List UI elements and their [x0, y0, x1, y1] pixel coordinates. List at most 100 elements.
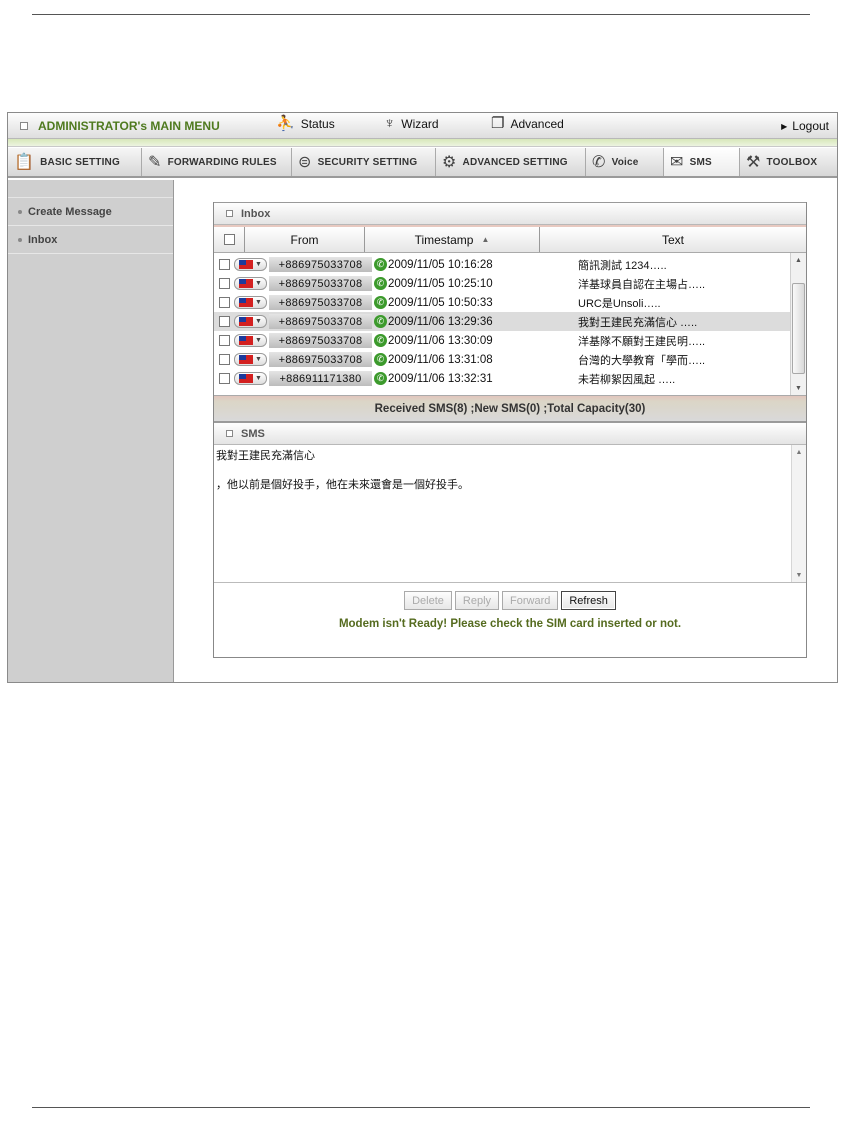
tab-advanced-setting[interactable]: ⚙ ADVANCED SETTING: [436, 148, 586, 176]
sidebar-item-create-message[interactable]: Create Message: [8, 198, 173, 226]
menu-item-wizard-label: Wizard: [401, 117, 439, 131]
inbox-title: Inbox: [241, 207, 271, 220]
table-row[interactable]: ▼ +886911171380 ✆ 2009/11/06 13:32:31 未若…: [214, 369, 792, 388]
taiwan-flag-icon: [239, 355, 253, 364]
row-checkbox[interactable]: [219, 278, 230, 289]
sender-number: +886975033708: [269, 314, 372, 329]
message-timestamp: 2009/11/06 13:31:08: [388, 353, 493, 366]
taiwan-flag-icon: [239, 279, 253, 288]
reply-button[interactable]: Reply: [454, 591, 500, 610]
country-flag-dropdown[interactable]: ▼: [234, 296, 267, 309]
wizard-icon: ♆: [384, 115, 396, 132]
message-timestamp: 2009/11/05 10:25:10: [388, 277, 493, 290]
table-row[interactable]: ▼ +886975033708 ✆ 2009/11/05 10:25:10 洋基…: [214, 274, 792, 293]
chevron-down-icon: ▼: [255, 318, 262, 325]
tab-sms[interactable]: ✉ SMS: [664, 148, 740, 176]
phone-status-icon: ✆: [374, 277, 387, 290]
logout-label: Logout: [792, 119, 829, 133]
chevron-down-icon: ▼: [255, 375, 262, 382]
message-preview: 洋基隊不願對王建民明…..: [578, 335, 706, 348]
taiwan-flag-icon: [239, 374, 253, 383]
message-preview: 台灣的大學教育「學而…..: [578, 354, 706, 367]
country-flag-dropdown[interactable]: ▼: [234, 353, 267, 366]
menu-item-wizard[interactable]: ♆ Wizard: [384, 115, 439, 132]
table-row[interactable]: ▼ +886975033708 ✆ 2009/11/05 10:16:28 簡訊…: [214, 255, 792, 274]
table-row[interactable]: ▼ +886975033708 ✆ 2009/11/06 13:31:08 台灣…: [214, 350, 792, 369]
sidebar-item-inbox[interactable]: Inbox: [8, 226, 173, 254]
country-flag-dropdown[interactable]: ▼: [234, 277, 267, 290]
sender-number: +886975033708: [269, 276, 372, 291]
scrollbar-thumb[interactable]: [792, 283, 805, 374]
country-flag-dropdown[interactable]: ▼: [234, 258, 267, 271]
sms-scrollbar[interactable]: ▲ ▼: [791, 445, 806, 582]
sidebar: Create Message Inbox: [8, 180, 174, 682]
basic-setting-icon: 📋: [14, 154, 35, 171]
panel-square-icon: [226, 210, 233, 217]
advanced-icon: ❐: [491, 115, 505, 132]
scroll-down-arrow-icon[interactable]: ▼: [792, 568, 806, 582]
inbox-scrollbar[interactable]: ▲ ▼: [790, 253, 806, 395]
table-row[interactable]: ▼ +886975033708 ✆ 2009/11/06 13:30:09 洋基…: [214, 331, 792, 350]
security-setting-icon: ⊜: [298, 154, 312, 171]
page-top-rule: [32, 14, 810, 15]
column-header-from[interactable]: From: [245, 227, 365, 252]
select-all-checkbox[interactable]: [223, 234, 235, 245]
inbox-header: Inbox: [214, 202, 806, 225]
message-preview: 未若柳絮因風起 …..: [578, 373, 676, 386]
sidebar-header: [8, 180, 173, 198]
tab-forwarding-rules[interactable]: ✎ FORWARDING RULES: [142, 148, 292, 176]
forwarding-rules-icon: ✎: [148, 154, 162, 171]
taiwan-flag-icon: [239, 260, 253, 269]
row-checkbox[interactable]: [219, 354, 230, 365]
status-icon: ⛹: [276, 115, 295, 132]
router-admin-window: ADMINISTRATOR's MAIN MENU ⛹ Status ♆ Wiz…: [7, 112, 838, 683]
scroll-down-arrow-icon[interactable]: ▼: [791, 381, 806, 395]
row-checkbox[interactable]: [219, 259, 230, 270]
triangle-right-icon: ▶: [781, 121, 788, 131]
row-checkbox[interactable]: [219, 316, 230, 327]
menu-item-advanced[interactable]: ❐ Advanced: [491, 115, 564, 132]
inbox-summary-text: Received SMS(8) ;New SMS(0) ;Total Capac…: [374, 402, 646, 415]
forward-button[interactable]: Forward: [502, 591, 559, 610]
scroll-up-arrow-icon[interactable]: ▲: [791, 253, 806, 267]
modem-warning: Modem isn't Ready! Please check the SIM …: [338, 618, 682, 630]
delete-button[interactable]: Delete: [404, 591, 452, 610]
menu-item-status[interactable]: ⛹ Status: [276, 115, 335, 132]
column-header-text-label: Text: [661, 232, 684, 247]
message-timestamp: 2009/11/05 10:16:28: [388, 258, 493, 271]
column-header-text[interactable]: Text: [540, 227, 806, 252]
inbox-list: ▼ +886975033708 ✆ 2009/11/05 10:16:28 簡訊…: [214, 253, 806, 396]
tab-forwarding-rules-label: FORWARDING RULES: [167, 156, 277, 168]
menu-item-status-label: Status: [300, 117, 335, 131]
advanced-setting-icon: ⚙: [442, 154, 457, 171]
row-checkbox[interactable]: [219, 373, 230, 384]
logout-link[interactable]: ▶ Logout: [781, 119, 829, 133]
message-preview: 簡訊測試 1234…..: [578, 259, 667, 272]
country-flag-dropdown[interactable]: ▼: [234, 315, 267, 328]
message-timestamp: 2009/11/06 13:32:31: [388, 372, 493, 385]
tab-security-setting[interactable]: ⊜ SECURITY SETTING: [292, 148, 436, 176]
chevron-down-icon: ▼: [255, 280, 262, 287]
sms-message-body[interactable]: 我對王建民充滿信心 ，他以前是個好投手，他在未來還會是一個好投手。 ▲ ▼: [214, 445, 806, 583]
row-checkbox[interactable]: [219, 297, 230, 308]
sms-title: SMS: [241, 427, 265, 440]
refresh-button[interactable]: Refresh: [561, 591, 616, 610]
table-row-selected[interactable]: ▼ +886975033708 ✆ 2009/11/06 13:29:36 我對…: [214, 312, 792, 331]
column-header-timestamp-label: Timestamp: [414, 232, 474, 247]
scroll-up-arrow-icon[interactable]: ▲: [792, 445, 806, 459]
panel-square-icon: [226, 430, 233, 437]
table-row[interactable]: ▼ +886975033708 ✆ 2009/11/05 10:50:33 UR…: [214, 293, 792, 312]
message-preview: 洋基球員自認在主場占…..: [578, 278, 706, 291]
tab-advanced-setting-label: ADVANCED SETTING: [462, 156, 568, 168]
column-header-timestamp[interactable]: Timestamp ▲: [365, 227, 540, 252]
menu-item-advanced-label: Advanced: [510, 117, 564, 131]
country-flag-dropdown[interactable]: ▼: [234, 334, 267, 347]
tab-toolbox[interactable]: ⚒ TOOLBOX: [740, 148, 835, 176]
row-checkbox[interactable]: [219, 335, 230, 346]
tab-basic-setting[interactable]: 📋 BASIC SETTING: [8, 148, 142, 176]
tab-voice[interactable]: ✆ Voice: [586, 148, 664, 176]
phone-icon: ✆: [592, 154, 606, 171]
sort-ascending-icon: ▲: [481, 235, 490, 244]
sender-number: +886975033708: [269, 295, 372, 310]
country-flag-dropdown[interactable]: ▼: [234, 372, 267, 385]
